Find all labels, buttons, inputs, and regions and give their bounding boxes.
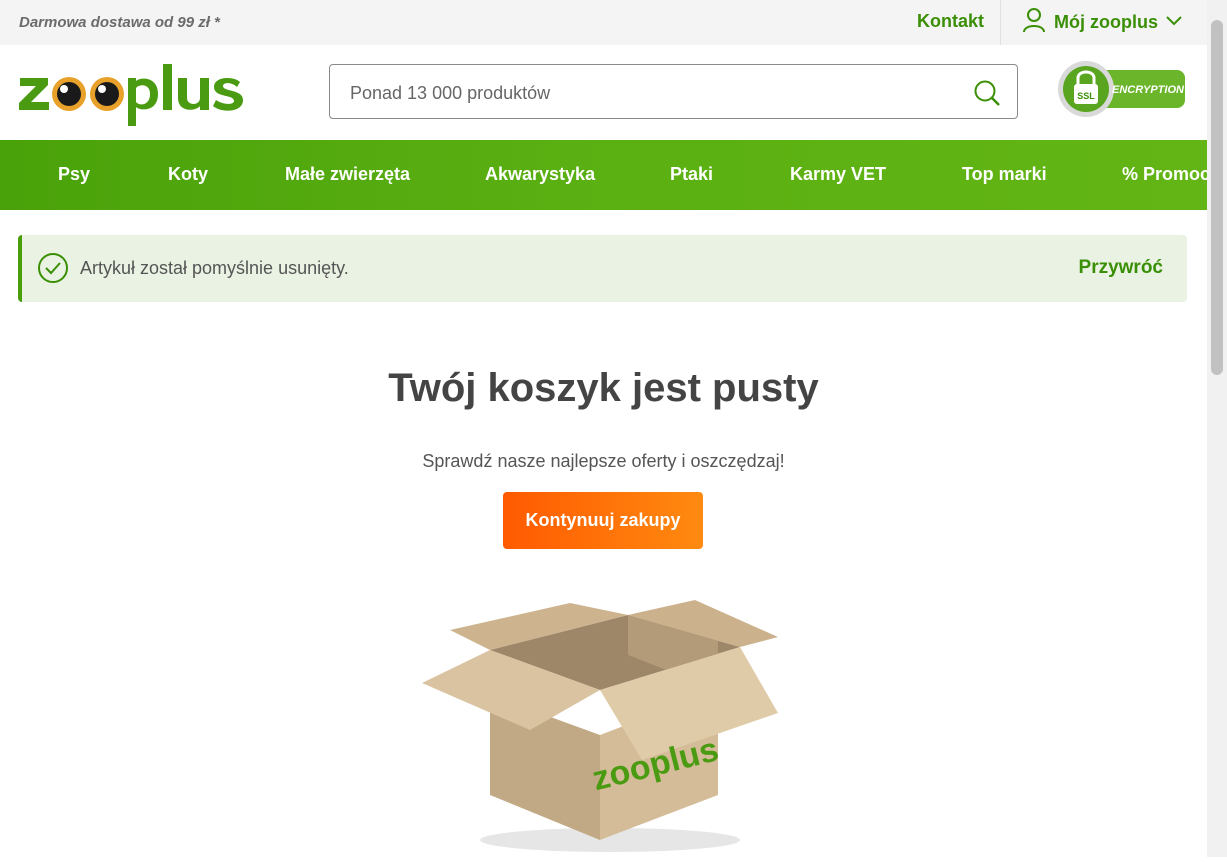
search-input[interactable] [348,79,952,107]
restore-button[interactable]: Przywróć [1079,257,1163,279]
contact-link[interactable]: Kontakt [917,11,984,32]
empty-cart-title: Twój koszyk jest pusty [388,366,819,410]
zooplus-logo[interactable] [18,54,268,130]
search-icon[interactable] [973,79,1001,112]
continue-shopping-button[interactable]: Kontynuuj zakupy [503,492,703,549]
scrollbar-thumb[interactable] [1211,20,1223,375]
nav-item-male-zwierzeta[interactable]: Małe zwierzęta [285,164,410,185]
topbar-divider [1000,0,1001,45]
user-icon [1022,7,1046,38]
my-account-menu[interactable]: Mój zooplus [1022,6,1182,38]
ssl-encryption-badge: SSL ENCRYPTION [1056,60,1187,118]
main-navigation: Psy Koty Małe zwierzęta Akwarystyka Ptak… [0,140,1207,210]
ssl-lock-icon: SSL [1077,91,1095,101]
removal-notification: Artykuł został pomyślnie usunięty. Przyw… [18,235,1187,302]
notification-message: Artykuł został pomyślnie usunięty. [80,258,349,278]
empty-box-illustration: zooplus [410,595,790,857]
nav-item-promocje[interactable]: % Promocje [1122,164,1207,185]
my-account-label: Mój zooplus [1054,11,1158,32]
check-circle-icon [38,253,68,288]
chevron-down-icon [1166,13,1182,31]
nav-item-akwarystyka[interactable]: Akwarystyka [485,164,595,185]
page-scrollbar[interactable] [1207,0,1227,857]
nav-item-ptaki[interactable]: Ptaki [670,164,713,185]
free-delivery-promo: Darmowa dostawa od 99 zł * [19,14,220,31]
ssl-badge-text: ENCRYPTION [1112,84,1185,96]
nav-item-karmy-vet[interactable]: Karmy VET [790,164,886,185]
empty-cart-subtitle: Sprawdź nasze najlepsze oferty i oszczęd… [422,451,785,471]
nav-item-koty[interactable]: Koty [168,164,208,185]
search-bar[interactable] [329,64,1018,119]
top-bar: Darmowa dostawa od 99 zł * Kontakt Mój z… [0,0,1207,45]
nav-item-psy[interactable]: Psy [58,164,90,185]
nav-item-top-marki[interactable]: Top marki [962,164,1047,185]
